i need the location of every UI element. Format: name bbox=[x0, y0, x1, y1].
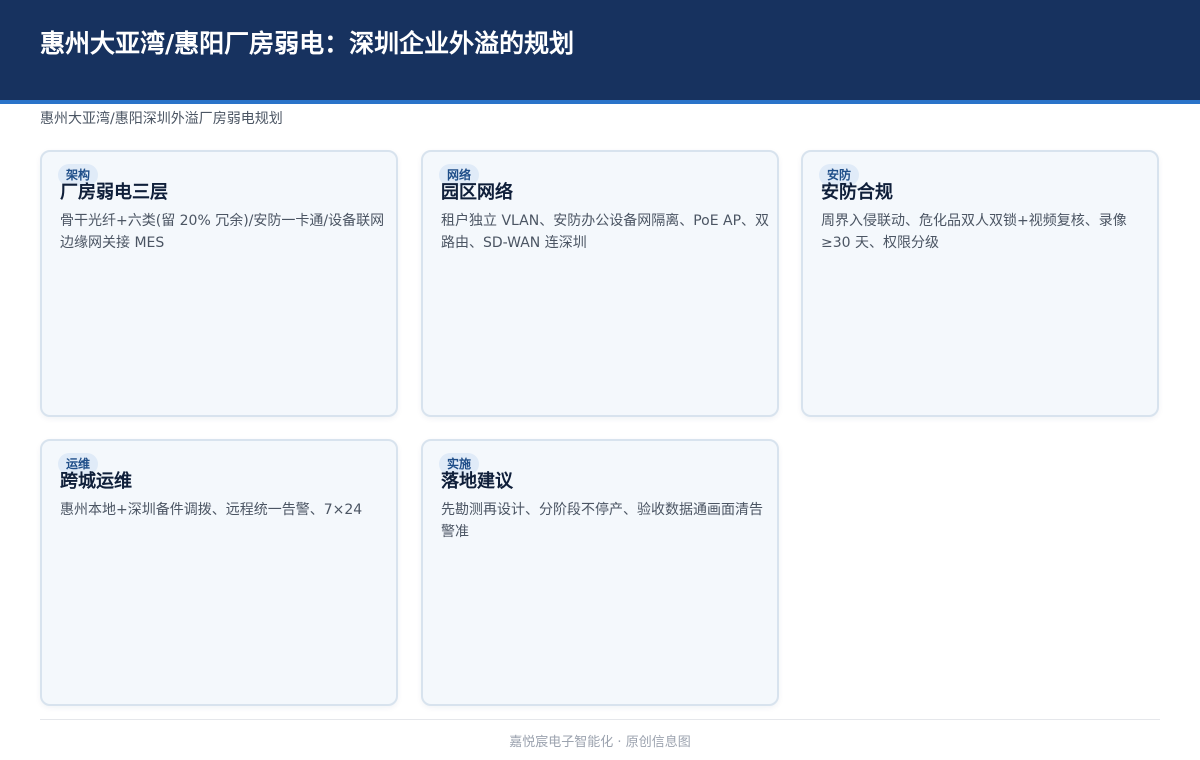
footer-credit: 嘉悦宸电子智能化 · 原创信息图 bbox=[509, 735, 691, 750]
card-title: 厂房弱电三层 bbox=[60, 182, 168, 203]
card-body: 骨干光纤+六类(留 20% 冗余)/安防一卡通/设备联网边缘网关接 MES bbox=[60, 213, 385, 251]
card-security: 安防 安防合规 周界入侵联动、危化品双人双锁+视频复核、录像≥30 天、权限分级 bbox=[801, 150, 1159, 417]
header-banner: 惠州大亚湾/惠阳厂房弱电：深圳企业外溢的规划 bbox=[0, 0, 1200, 100]
footer-divider bbox=[40, 719, 1160, 720]
card-body: 租户独立 VLAN、安防办公设备网隔离、PoE AP、双路由、SD-WAN 连深… bbox=[441, 213, 770, 251]
card-title: 跨城运维 bbox=[60, 471, 132, 492]
card-operations: 运维 跨城运维 惠州本地+深圳备件调拨、远程统一告警、7×24 bbox=[40, 439, 398, 706]
card-body: 周界入侵联动、危化品双人双锁+视频复核、录像≥30 天、权限分级 bbox=[821, 213, 1127, 251]
page-title: 惠州大亚湾/惠阳厂房弱电：深圳企业外溢的规划 bbox=[40, 29, 575, 58]
card-title: 园区网络 bbox=[441, 182, 513, 203]
page-subtitle: 惠州大亚湾/惠阳深圳外溢厂房弱电规划 bbox=[40, 111, 283, 127]
header-accent-bar bbox=[0, 100, 1200, 104]
card-body: 先勘测再设计、分阶段不停产、验收数据通画面清告警准 bbox=[441, 502, 763, 540]
card-network: 网络 园区网络 租户独立 VLAN、安防办公设备网隔离、PoE AP、双路由、S… bbox=[421, 150, 779, 417]
card-implementation: 实施 落地建议 先勘测再设计、分阶段不停产、验收数据通画面清告警准 bbox=[421, 439, 779, 706]
card-body: 惠州本地+深圳备件调拨、远程统一告警、7×24 bbox=[60, 502, 363, 518]
card-title: 落地建议 bbox=[441, 471, 513, 492]
card-title: 安防合规 bbox=[821, 182, 893, 203]
card-architecture: 架构 厂房弱电三层 骨干光纤+六类(留 20% 冗余)/安防一卡通/设备联网边缘… bbox=[40, 150, 398, 417]
